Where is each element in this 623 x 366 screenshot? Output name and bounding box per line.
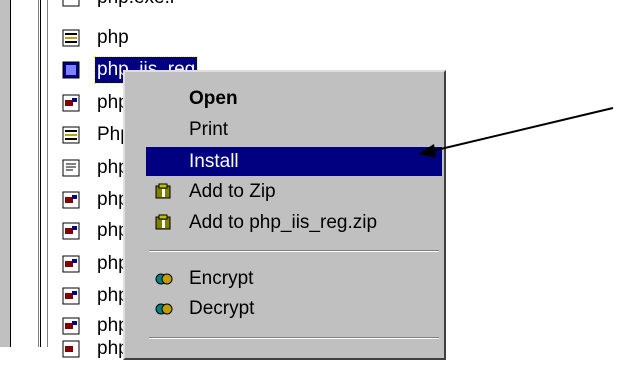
- menu-item-decrypt[interactable]: Decrypt: [146, 294, 442, 323]
- settings-file-icon: [62, 126, 80, 144]
- menu-label-print: Print: [189, 119, 229, 140]
- menu-item-install[interactable]: Install: [146, 147, 442, 176]
- panel-divider-inner: [47, 0, 48, 347]
- settings-file-icon: [62, 61, 80, 79]
- winzip-icon: [154, 213, 174, 233]
- menu-label-decrypt: Decrypt: [189, 298, 255, 319]
- settings-file-icon: [62, 0, 80, 7]
- settings-file-icon: [62, 29, 80, 47]
- winzip-icon: [154, 182, 174, 202]
- menu-separator: [149, 337, 439, 339]
- file-label: php.exe.r: [95, 0, 178, 11]
- menu-label-add-to-zip: Add to Zip: [189, 181, 276, 202]
- file-item[interactable]: php.exe.r: [62, 0, 262, 11]
- document-icon: [62, 287, 80, 305]
- panel-divider-shadow: [38, 0, 39, 347]
- file-item[interactable]: php: [62, 25, 262, 51]
- menu-label-encrypt: Encrypt: [189, 268, 254, 289]
- text-file-icon: [62, 159, 80, 177]
- menu-separator: [149, 250, 439, 252]
- menu-item-open[interactable]: Open: [146, 84, 442, 113]
- document-icon: [62, 222, 80, 240]
- menu-item-print[interactable]: Print: [146, 115, 442, 144]
- context-menu: Open Print Install Add to Zip Add to php…: [123, 70, 446, 360]
- menu-label-add-to-named-zip: Add to php_iis_reg.zip: [189, 212, 378, 233]
- document-icon: [62, 317, 80, 335]
- menu-label-open: Open: [189, 88, 238, 109]
- frame-divider: [10, 0, 11, 347]
- decrypt-key-icon: [154, 299, 174, 319]
- document-icon: [62, 191, 80, 209]
- document-icon: [62, 94, 80, 112]
- menu-item-add-to-zip[interactable]: Add to Zip: [146, 177, 442, 206]
- menu-label-install: Install: [189, 151, 239, 172]
- panel-divider[interactable]: [40, 0, 41, 347]
- window-frame-edge: [0, 0, 10, 347]
- file-label: php: [97, 27, 129, 48]
- menu-item-add-to-named-zip[interactable]: Add to php_iis_reg.zip: [146, 208, 442, 237]
- encrypt-key-icon: [154, 269, 174, 289]
- document-icon: [62, 340, 80, 358]
- menu-item-encrypt[interactable]: Encrypt: [146, 264, 442, 293]
- document-icon: [62, 255, 80, 273]
